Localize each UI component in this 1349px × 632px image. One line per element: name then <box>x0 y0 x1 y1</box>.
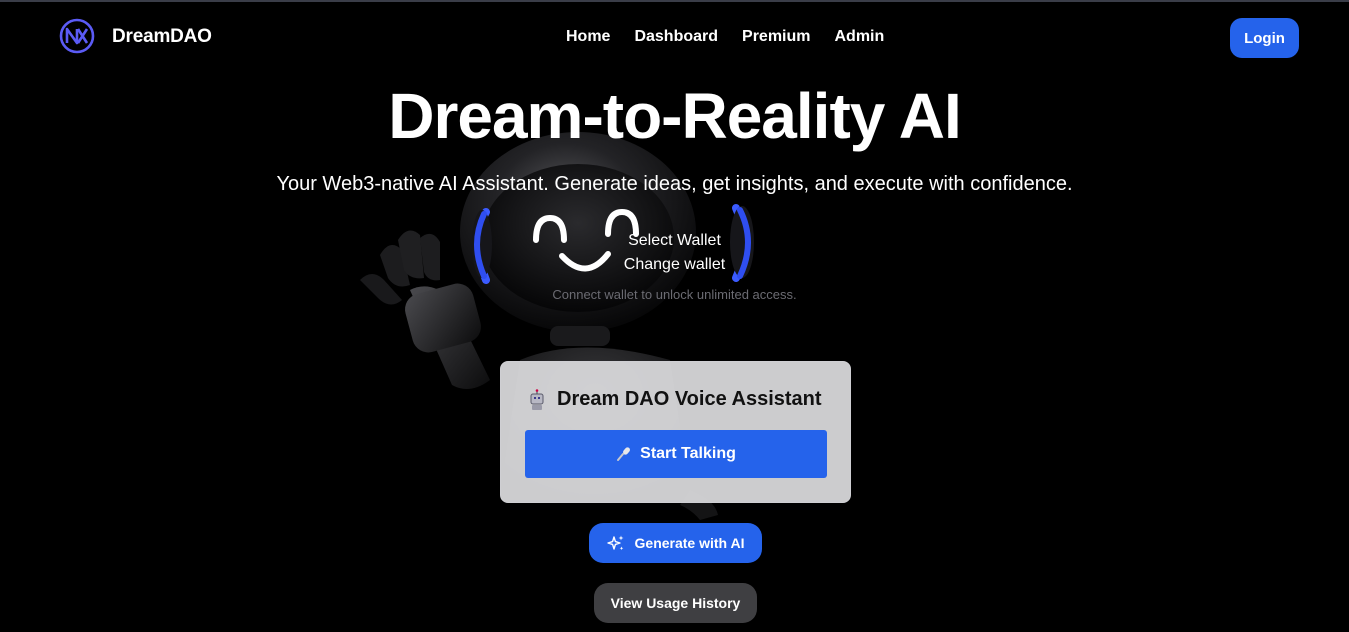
nav-admin[interactable]: Admin <box>835 28 885 46</box>
voice-assistant-heading: Dream DAO Voice Assistant <box>527 388 822 411</box>
voice-assistant-title: Dream DAO Voice Assistant <box>557 388 822 410</box>
generate-with-ai-button[interactable]: Generate with AI <box>589 523 762 563</box>
nav-premium[interactable]: Premium <box>742 28 810 46</box>
generate-with-ai-label: Generate with AI <box>634 535 745 551</box>
nx-logo-icon[interactable] <box>59 18 95 54</box>
brand-name[interactable]: DreamDAO <box>112 26 212 48</box>
microphone-icon <box>617 447 631 461</box>
nav-dashboard[interactable]: Dashboard <box>634 28 718 46</box>
hero-subtitle: Your Web3-native AI Assistant. Generate … <box>276 173 1073 195</box>
start-talking-button[interactable]: Start Talking <box>525 430 827 478</box>
select-wallet-button[interactable]: Select Wallet <box>0 232 1349 250</box>
login-button[interactable]: Login <box>1230 18 1299 58</box>
robot-icon <box>530 388 544 410</box>
hero-title: Dream-to-Reality AI <box>388 80 962 152</box>
view-usage-history-button[interactable]: View Usage History <box>594 583 757 623</box>
nav-links: Home Dashboard Premium Admin <box>566 28 884 46</box>
voice-assistant-card: Dream DAO Voice Assistant Start Talking <box>500 361 851 503</box>
change-wallet-button[interactable]: Change wallet <box>0 256 1349 274</box>
navbar: DreamDAO Home Dashboard Premium Admin Lo… <box>0 2 1349 74</box>
start-talking-label: Start Talking <box>640 445 736 462</box>
nav-home[interactable]: Home <box>566 28 610 46</box>
sparkles-icon <box>606 535 624 551</box>
wallet-hint: Connect wallet to unlock unlimited acces… <box>552 287 797 302</box>
